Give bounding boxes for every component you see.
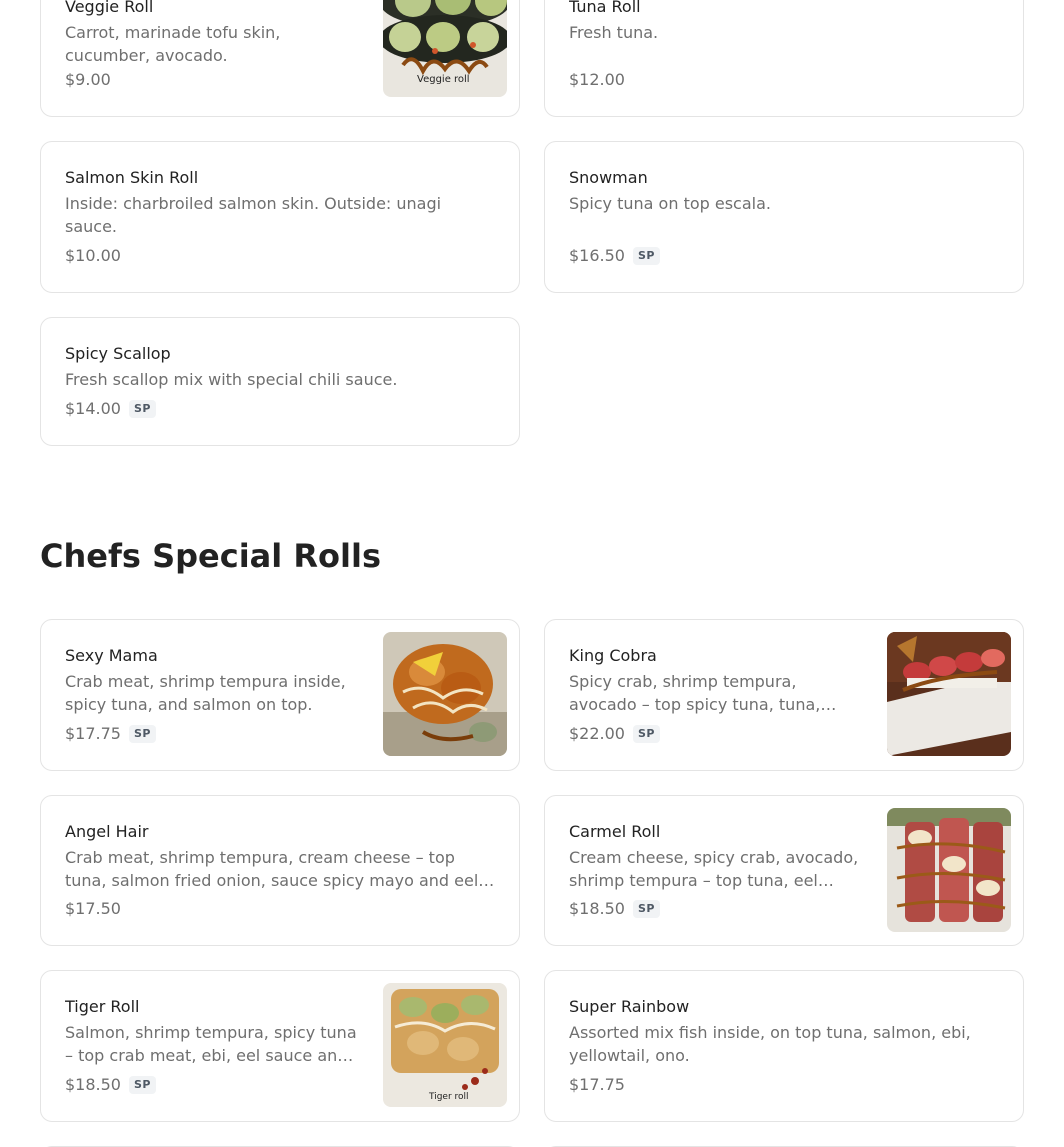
item-price: $17.50 (65, 899, 121, 918)
item-name: Angel Hair (65, 822, 149, 841)
item-price: $18.50 (569, 899, 625, 918)
menu-item-card[interactable]: Tiger Roll Salmon, shrimp tempura, spicy… (40, 970, 520, 1122)
item-name: Super Rainbow (569, 997, 690, 1016)
item-name: Spicy Scallop (65, 344, 171, 363)
item-name: Carmel Roll (569, 822, 661, 841)
menu-item-card[interactable]: King Cobra Spicy crab, shrimp tempura, a… (544, 619, 1024, 771)
item-description: Inside: charbroiled salmon skin. Outside… (65, 194, 442, 236)
item-price: $18.50 (65, 1075, 121, 1094)
item-description: Crab meat, shrimp tempura inside, spicy … (65, 672, 346, 714)
photo-caption: Veggie roll (417, 74, 470, 85)
item-description: Fresh tuna. (569, 23, 659, 42)
spicy-badge: SP (632, 900, 660, 918)
menu-item-card[interactable]: Sexy Mama Crab meat, shrimp tempura insi… (40, 619, 520, 771)
item-description: Assorted mix fish inside, on top tuna, s… (569, 1023, 971, 1065)
item-description: Spicy tuna on top escala. (569, 194, 771, 213)
menu-item-card[interactable]: Angel Hair Crab meat, shrimp tempura, cr… (40, 795, 520, 946)
menu-item-card[interactable]: Tuna Roll Fresh tuna. $12.00 (544, 0, 1024, 117)
item-description: Carrot, marinade tofu skin, cucumber, av… (65, 23, 281, 65)
item-description: Fresh scallop mix with special chili sau… (65, 370, 398, 389)
item-name: Snowman (569, 168, 648, 187)
item-price: $17.75 (65, 724, 121, 743)
spicy-badge: SP (632, 247, 660, 265)
spicy-badge: SP (128, 1076, 156, 1094)
section-title: Chefs Special Rolls (40, 537, 381, 575)
item-description: Salmon, shrimp tempura, spicy tuna – top… (65, 1023, 357, 1065)
menu-item-card[interactable]: Carmel Roll Cream cheese, spicy crab, av… (544, 795, 1024, 946)
item-photo: Tiger roll (383, 983, 507, 1107)
item-price: $12.00 (569, 70, 625, 89)
spicy-badge: SP (128, 725, 156, 743)
item-photo (383, 632, 507, 756)
item-photo: Veggie roll (383, 0, 507, 97)
spicy-badge: SP (128, 400, 156, 418)
item-description: Crab meat, shrimp tempura, cream cheese … (65, 848, 479, 890)
item-price: $17.75 (569, 1075, 625, 1094)
item-price: $16.50 (569, 246, 625, 265)
menu-item-card[interactable]: Spicy Scallop Fresh scallop mix with spe… (40, 317, 520, 446)
item-name: King Cobra (569, 646, 657, 665)
item-photo (887, 632, 1011, 756)
item-description: Cream cheese, spicy crab, avocado, shrim… (569, 848, 859, 890)
item-price: $10.00 (65, 246, 121, 265)
item-name: Sexy Mama (65, 646, 158, 665)
item-name: Salmon Skin Roll (65, 168, 199, 187)
item-price: $14.00 (65, 399, 121, 418)
menu-item-card[interactable]: Snowman Spicy tuna on top escala. $16.50… (544, 141, 1024, 293)
item-name: Veggie Roll (65, 0, 154, 16)
menu-page: Veggie Roll Carrot, marinade tofu skin, … (0, 0, 1064, 1147)
item-name: Tuna Roll (569, 0, 641, 16)
item-name: Tiger Roll (65, 997, 140, 1016)
spicy-badge: SP (632, 725, 660, 743)
item-price: $22.00 (569, 724, 625, 743)
item-photo (887, 808, 1011, 932)
item-description: Spicy crab, shrimp tempura, avocado – to… (569, 672, 821, 714)
menu-item-card[interactable]: Super Rainbow Assorted mix fish inside, … (544, 970, 1024, 1122)
item-price: $9.00 (65, 70, 111, 89)
menu-item-card[interactable]: Veggie Roll Carrot, marinade tofu skin, … (40, 0, 520, 117)
menu-item-card[interactable]: Salmon Skin Roll Inside: charbroiled sal… (40, 141, 520, 293)
photo-caption: Tiger roll (428, 1092, 469, 1102)
